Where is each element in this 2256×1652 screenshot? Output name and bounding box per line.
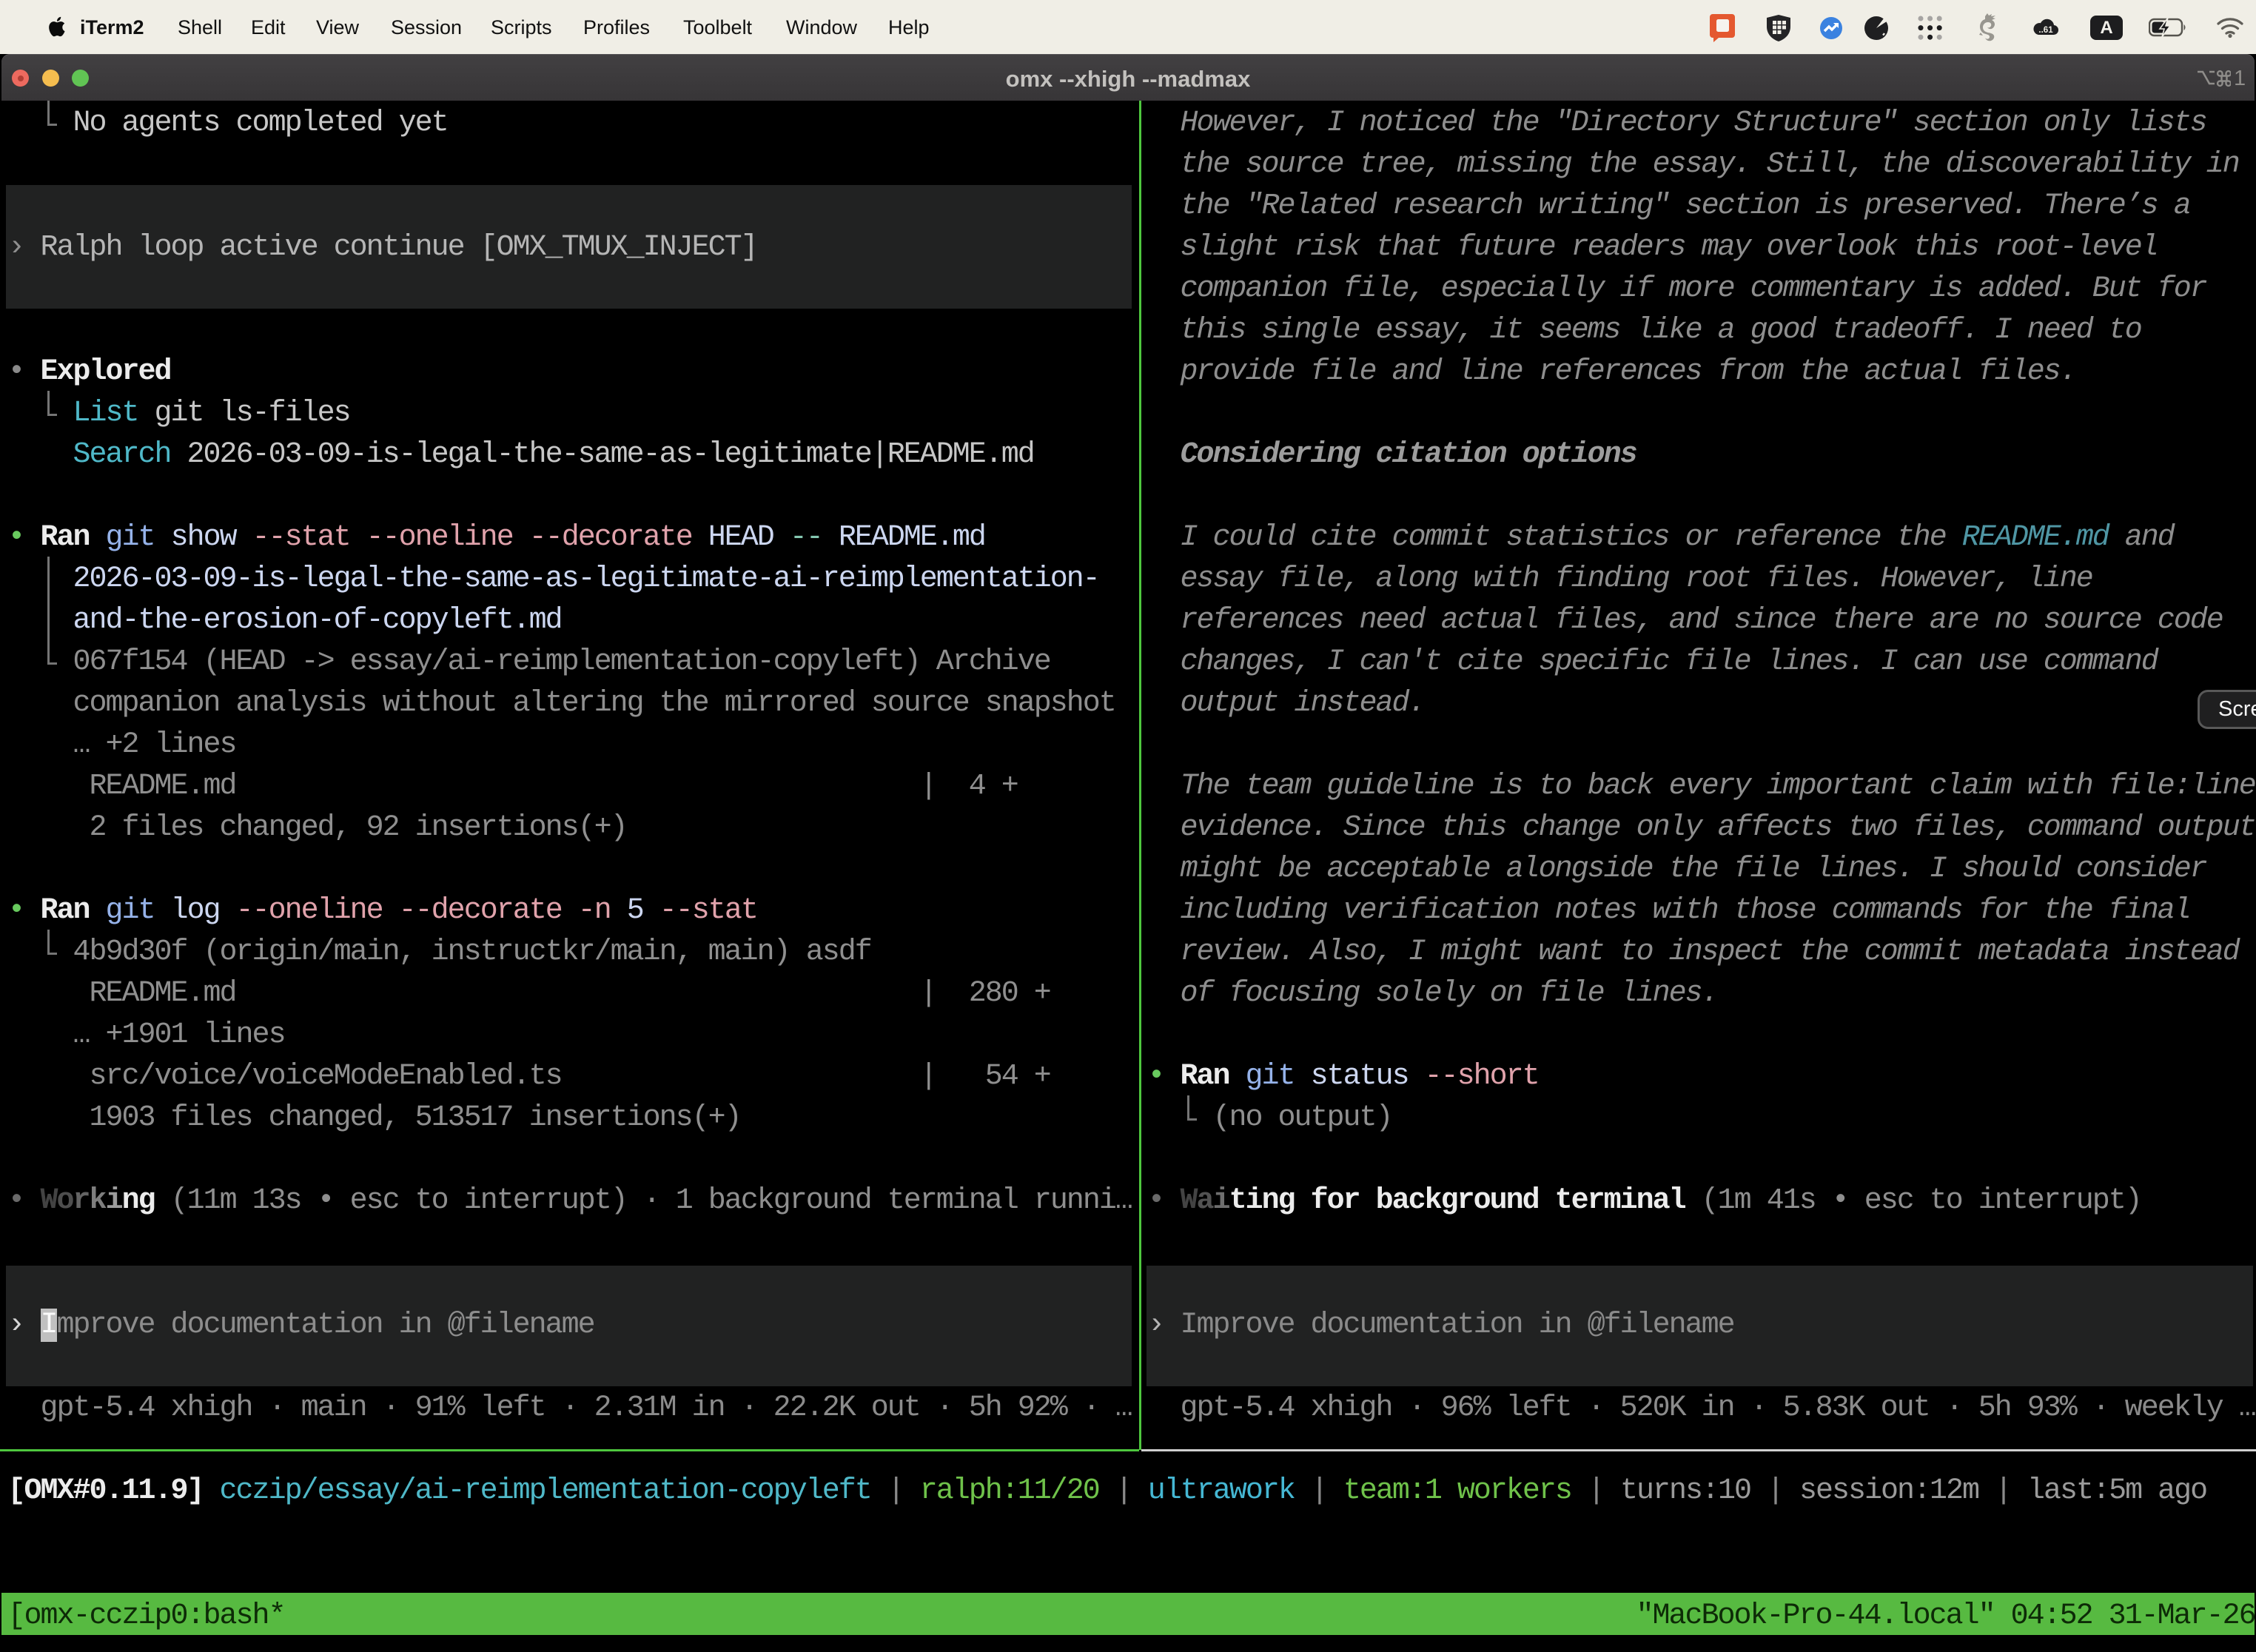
svg-text:..61: ..61 [2038, 26, 2053, 35]
